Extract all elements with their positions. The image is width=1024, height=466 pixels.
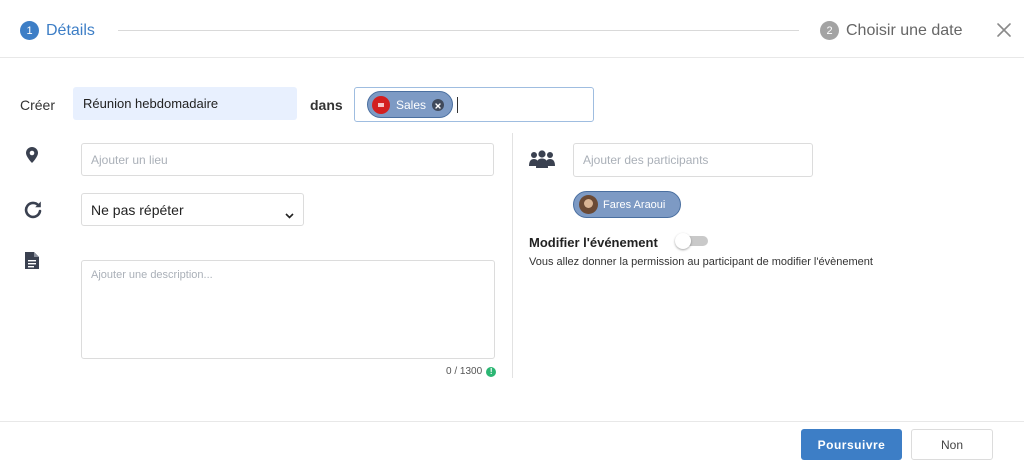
event-title-input[interactable] [73, 87, 297, 120]
calendar-select[interactable]: Sales [354, 87, 594, 122]
counter-text: 0 / 1300 [446, 366, 483, 377]
info-icon: ! [486, 366, 497, 377]
step-number: 1 [20, 21, 39, 40]
location-input[interactable] [81, 143, 494, 176]
stepper-header: 1 Détails 2 Choisir une date [0, 0, 1024, 58]
step-label: Détails [46, 21, 95, 39]
create-label: Créer [20, 97, 56, 113]
participants-input[interactable] [573, 143, 813, 177]
continue-button[interactable]: Poursuivre [801, 429, 902, 460]
column-divider [512, 133, 513, 378]
stepper-line [118, 30, 799, 31]
participant-name: Fares Araoui [603, 198, 666, 211]
calendar-chip-label: Sales [396, 97, 427, 112]
avatar [579, 195, 598, 214]
text-caret [457, 97, 458, 113]
document-icon [25, 252, 39, 274]
step-label: Choisir une date [846, 21, 963, 39]
remove-icon[interactable] [432, 99, 444, 111]
close-icon[interactable] [995, 21, 1013, 39]
modify-event-toggle[interactable] [675, 233, 708, 249]
map-pin-icon [26, 147, 38, 168]
modify-event-label: Modifier l'événement [529, 235, 658, 250]
repeat-icon [23, 199, 43, 224]
toggle-knob [675, 233, 691, 249]
repeat-selected-value: Ne pas répéter [91, 201, 184, 218]
chevron-down-icon [285, 206, 294, 222]
step-number: 2 [820, 21, 839, 40]
description-counter: 0 / 1300 ! [446, 366, 497, 377]
calendar-logo-icon [372, 95, 390, 114]
repeat-select[interactable]: Ne pas répéter [81, 193, 304, 226]
in-label: dans [310, 97, 343, 113]
users-icon [529, 150, 555, 173]
step-details[interactable]: 1 Détails [20, 21, 95, 40]
permission-hint: Vous allez donner la permission au parti… [529, 256, 873, 268]
description-textarea[interactable] [81, 260, 495, 359]
calendar-chip-sales[interactable]: Sales [367, 91, 453, 118]
participant-chip[interactable]: Fares Araoui [573, 191, 681, 218]
step-choose-date[interactable]: 2 Choisir une date [820, 21, 963, 40]
no-button[interactable]: Non [911, 429, 993, 460]
